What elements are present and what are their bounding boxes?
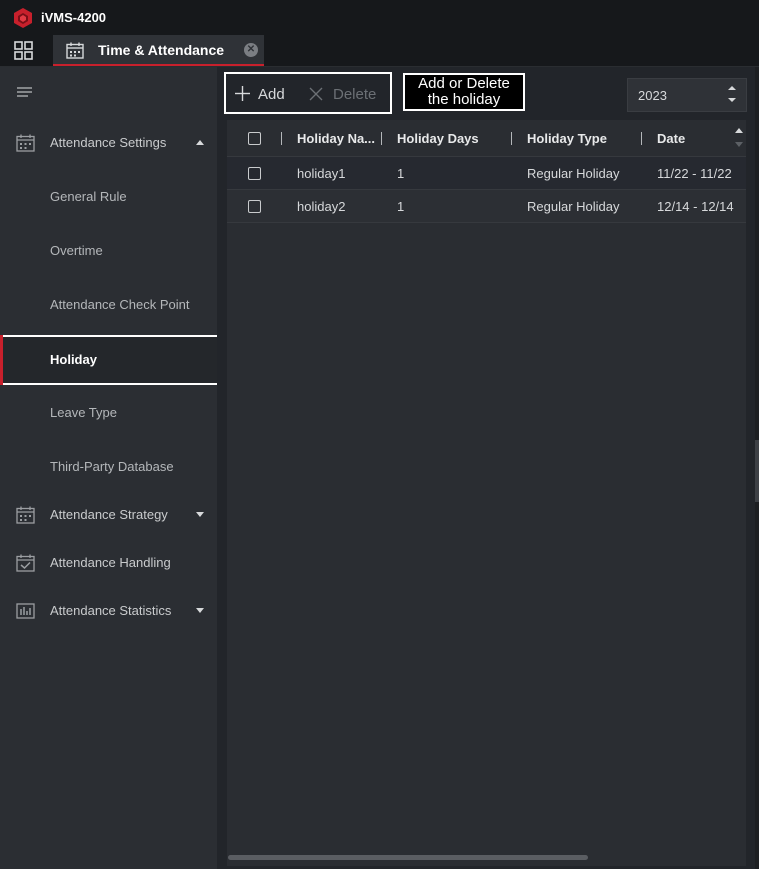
sort-down-icon[interactable] <box>735 142 743 147</box>
sidebar-group-attendance-statistics[interactable]: Attendance Statistics <box>0 594 217 628</box>
annotation-line-1: Add or Delete <box>418 75 510 92</box>
app-logo-icon <box>14 8 32 28</box>
chevron-down-icon <box>196 608 204 613</box>
calendar-icon <box>16 134 35 152</box>
year-spinbox[interactable]: 2023 <box>627 78 747 112</box>
spin-down-icon[interactable] <box>728 98 736 102</box>
year-value: 2023 <box>638 88 667 103</box>
table-header: Holiday Na... Holiday Days Holiday Type … <box>227 120 746 157</box>
delete-button-label: Delete <box>333 86 377 103</box>
vertical-scrollbar[interactable] <box>755 440 759 502</box>
cell-holiday-name: holiday1 <box>297 166 346 181</box>
close-icon[interactable]: ✕ <box>244 43 258 57</box>
chevron-down-icon <box>196 512 204 517</box>
menu-collapse-icon[interactable] <box>17 87 32 99</box>
spin-up-icon[interactable] <box>728 86 736 90</box>
calendar-check-icon <box>16 554 35 572</box>
horizontal-scrollbar[interactable] <box>228 855 588 860</box>
cell-holiday-days: 1 <box>397 199 405 214</box>
row-checkbox[interactable] <box>248 200 261 213</box>
table-row[interactable]: holiday1 1 Regular Holiday 11/22 - 11/22 <box>227 157 746 190</box>
sidebar-group-attendance-handling[interactable]: Attendance Handling <box>0 546 217 580</box>
sidebar-group-label: Attendance Strategy <box>50 507 168 522</box>
column-divider <box>511 132 512 145</box>
sidebar-item-label: Holiday <box>50 352 97 367</box>
column-header-holiday-name[interactable]: Holiday Na... <box>297 131 375 146</box>
sidebar-item-third-party-database[interactable]: Third-Party Database <box>0 450 217 484</box>
sidebar-item-label: Leave Type <box>50 405 117 420</box>
sidebar-item-general-rule[interactable]: General Rule <box>0 180 217 214</box>
close-icon <box>309 87 323 101</box>
holiday-table: Holiday Na... Holiday Days Holiday Type … <box>227 120 746 866</box>
tab-time-attendance[interactable]: Time & Attendance ✕ <box>53 35 264 66</box>
sidebar-group-label: Attendance Settings <box>50 135 167 150</box>
sidebar-item-holiday[interactable]: Holiday <box>0 335 219 385</box>
statistics-icon <box>16 603 35 619</box>
column-header-date[interactable]: Date <box>657 131 685 146</box>
column-divider <box>281 132 282 145</box>
title-bar <box>0 0 759 35</box>
plus-icon <box>235 86 250 101</box>
chevron-up-icon <box>196 140 204 145</box>
sidebar-item-label: General Rule <box>50 189 127 204</box>
select-all-checkbox[interactable] <box>248 132 261 145</box>
sidebar-group-attendance-strategy[interactable]: Attendance Strategy <box>0 498 217 532</box>
column-divider <box>641 132 642 145</box>
cell-holiday-days: 1 <box>397 166 405 181</box>
annotation-callout: Add or Delete the holiday <box>403 73 525 111</box>
active-indicator <box>0 335 3 385</box>
annotation-line-2: the holiday <box>427 91 501 108</box>
sidebar-group-attendance-settings[interactable]: Attendance Settings <box>0 126 217 160</box>
module-grid-icon[interactable] <box>14 41 33 60</box>
tab-label: Time & Attendance <box>98 42 225 58</box>
add-button-label: Add <box>258 86 285 103</box>
sidebar-item-label: Third-Party Database <box>50 459 174 474</box>
sidebar-item-label: Attendance Check Point <box>50 297 190 312</box>
cell-holiday-type: Regular Holiday <box>527 166 620 181</box>
sidebar-item-leave-type[interactable]: Leave Type <box>0 396 217 430</box>
sidebar-group-label: Attendance Statistics <box>50 603 172 618</box>
sidebar-item-attendance-check-point[interactable]: Attendance Check Point <box>0 288 217 322</box>
column-header-holiday-type[interactable]: Holiday Type <box>527 131 607 146</box>
sort-up-icon[interactable] <box>735 128 743 133</box>
calendar-icon <box>66 42 84 59</box>
cell-date: 12/14 - 12/14 <box>657 199 734 214</box>
cell-date: 11/22 - 11/22 <box>657 166 732 181</box>
column-divider <box>381 132 382 145</box>
sidebar-item-label: Overtime <box>50 243 103 258</box>
calendar-icon <box>16 506 35 524</box>
cell-holiday-type: Regular Holiday <box>527 199 620 214</box>
row-checkbox[interactable] <box>248 167 261 180</box>
sidebar-item-overtime[interactable]: Overtime <box>0 234 217 268</box>
app-title: iVMS-4200 <box>41 10 107 25</box>
sidebar-group-label: Attendance Handling <box>50 555 171 570</box>
cell-holiday-name: holiday2 <box>297 199 346 214</box>
table-row[interactable]: holiday2 1 Regular Holiday 12/14 - 12/14 <box>227 190 746 223</box>
column-header-holiday-days[interactable]: Holiday Days <box>397 131 479 146</box>
